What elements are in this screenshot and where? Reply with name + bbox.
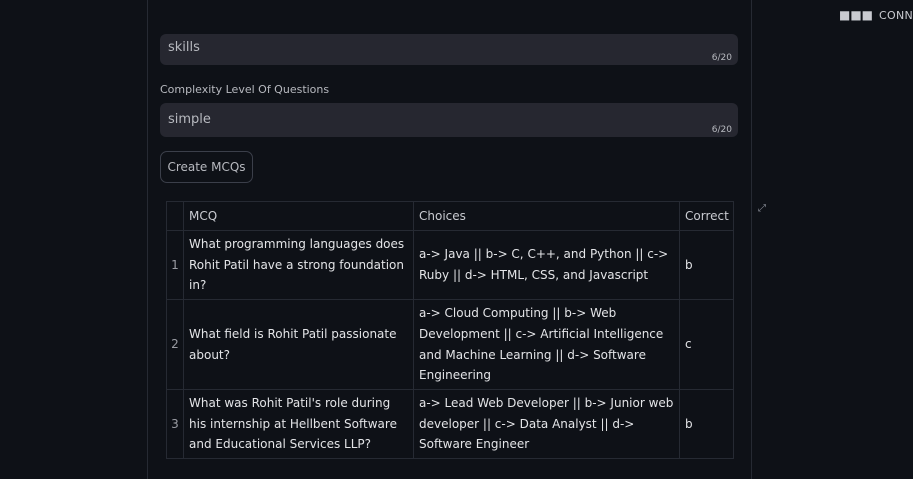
content-left-border — [147, 0, 148, 479]
row-index: 3 — [166, 389, 184, 459]
choices-cell[interactable]: a-> Java || b-> C, C++, and Python || c-… — [413, 230, 680, 300]
complexity-input-value: simple — [168, 112, 211, 127]
skills-input[interactable]: skills 6/20 — [160, 34, 738, 65]
complexity-char-counter: 6/20 — [711, 125, 732, 135]
correct-column-header[interactable]: Correct — [679, 201, 734, 231]
app-page: ■■■ CONN skills 6/20 Complexity Level Of… — [0, 0, 913, 479]
choices-column-header[interactable]: Choices — [413, 201, 680, 231]
more-dots-icon[interactable]: ■■■ — [839, 8, 873, 22]
connection-status: CONN — [879, 8, 913, 22]
complexity-input[interactable]: simple 6/20 — [160, 103, 738, 137]
mcq-cell[interactable]: What was Rohit Patil's role during his i… — [183, 389, 414, 459]
table-row[interactable]: 2 What field is Rohit Patil passionate a… — [166, 299, 734, 390]
fullscreen-expand-icon[interactable]: ⤢ — [754, 201, 770, 217]
mcq-column-header[interactable]: MCQ — [183, 201, 414, 231]
mcq-cell[interactable]: What field is Rohit Patil passionate abo… — [183, 299, 414, 390]
choices-cell[interactable]: a-> Cloud Computing || b-> Web Developme… — [413, 299, 680, 390]
correct-cell[interactable]: b — [679, 389, 734, 459]
correct-cell[interactable]: c — [679, 299, 734, 390]
choices-cell[interactable]: a-> Lead Web Developer || b-> Junior web… — [413, 389, 680, 459]
table-header-row: MCQ Choices Correct — [166, 201, 734, 231]
mcq-table[interactable]: MCQ Choices Correct 1 What programming l… — [166, 201, 734, 459]
row-index: 1 — [166, 230, 184, 300]
table-row[interactable]: 1 What programming languages does Rohit … — [166, 230, 734, 300]
row-index: 2 — [166, 299, 184, 390]
skills-input-value: skills — [168, 40, 200, 55]
content-right-border — [751, 0, 752, 479]
mcq-cell[interactable]: What programming languages does Rohit Pa… — [183, 230, 414, 300]
index-column-header — [166, 201, 184, 231]
create-mcqs-button[interactable]: Create MCQs — [160, 151, 253, 183]
correct-cell[interactable]: b — [679, 230, 734, 300]
table-row[interactable]: 3 What was Rohit Patil's role during his… — [166, 389, 734, 459]
complexity-label: Complexity Level Of Questions — [160, 83, 330, 96]
skills-char-counter: 6/20 — [711, 53, 732, 63]
top-status-bar[interactable]: ■■■ CONN — [839, 8, 913, 22]
